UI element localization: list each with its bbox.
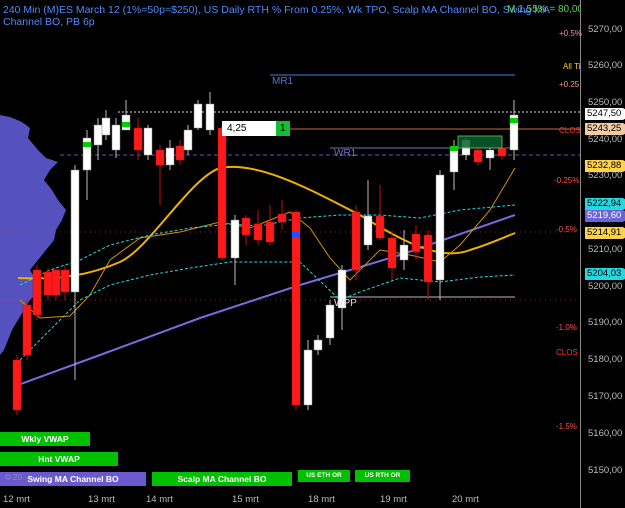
candle-body — [375, 215, 385, 239]
candle-body — [51, 269, 61, 296]
candle-body — [399, 244, 409, 261]
price-tick: 5200,00 — [588, 281, 623, 292]
pct-level-label: CLOS — [559, 126, 581, 135]
price-tag: 5247,50 — [585, 108, 625, 120]
candle-body — [253, 223, 263, 241]
candle-body — [265, 221, 275, 243]
pct-level-label: CLOS — [556, 348, 578, 357]
date-label: 18 mrt — [308, 494, 335, 505]
candle-body — [313, 339, 323, 351]
candle-body — [183, 129, 193, 151]
pct-level-label: -0.5% — [556, 225, 577, 234]
candles — [12, 92, 519, 415]
wr1-label: WR1 — [334, 148, 357, 159]
price-tag: 5219,60 — [585, 210, 625, 222]
candle-body — [363, 215, 373, 246]
candle-body — [351, 211, 361, 271]
candle-body — [205, 103, 215, 131]
signal-marker — [450, 146, 458, 151]
candle-body — [387, 237, 397, 269]
price-tick: 5210,00 — [588, 244, 623, 255]
copyright: © 20 — [5, 473, 23, 482]
candle-body — [241, 217, 251, 236]
candle-body — [303, 349, 313, 406]
price-tag: 5243,25 — [585, 123, 625, 135]
candle-body — [497, 147, 507, 157]
price-tag: 5232,88 — [585, 160, 625, 172]
candle-body — [155, 149, 165, 166]
date-label: 13 mrt — [88, 494, 115, 505]
pct-level-label: -1.5% — [556, 422, 577, 431]
candle-body — [22, 304, 32, 356]
indicator-toggle-button[interactable]: US ETH OR — [298, 470, 350, 482]
candle-body — [111, 124, 121, 151]
price-tick: 5270,00 — [588, 24, 623, 35]
indicator-toggle-button[interactable]: US RTH OR — [355, 470, 410, 482]
candle-body — [93, 124, 103, 146]
price-tick: 5190,00 — [588, 317, 623, 328]
price-tag: 5214,91 — [585, 227, 625, 239]
price-tick: 5180,00 — [588, 354, 623, 365]
trade-box — [457, 135, 503, 149]
price-tick: 5250,00 — [588, 97, 623, 108]
candle-body — [485, 149, 495, 159]
date-label: 19 mrt — [380, 494, 407, 505]
signal-marker — [292, 232, 300, 237]
candle-body — [423, 234, 433, 283]
price-tick: 5260,00 — [588, 60, 623, 71]
candle-body — [325, 304, 335, 339]
candle-body — [230, 219, 240, 259]
order-qty[interactable]: 4,25 — [227, 123, 246, 134]
pct-level-label: -1.0% — [556, 323, 577, 332]
signal-marker — [510, 118, 518, 123]
candle-body — [32, 269, 42, 316]
price-tick: 5240,00 — [588, 134, 623, 145]
date-label: 12 mrt — [3, 494, 30, 505]
price-tick: 5150,00 — [588, 465, 623, 476]
candle-body — [473, 149, 483, 163]
mr1-label: MR1 — [272, 76, 294, 87]
candle-body — [217, 127, 227, 259]
candle-body — [133, 127, 143, 151]
signal-marker — [83, 142, 91, 147]
price-chart[interactable] — [0, 0, 625, 508]
candle-body — [43, 271, 53, 296]
chart-header: 240 Min (M)ES March 12 (1%=50p=$250), US… — [3, 4, 583, 28]
date-label: 14 mrt — [146, 494, 173, 505]
indicator-toggle-button[interactable]: Hnt VWAP — [0, 452, 118, 466]
price-tick: 5160,00 — [588, 428, 623, 439]
candle-body — [291, 211, 301, 406]
candle-body — [193, 103, 203, 129]
candle-body — [411, 233, 421, 253]
order-count[interactable]: 1 — [280, 123, 286, 134]
price-tick: 5170,00 — [588, 391, 623, 402]
price-tag: 5222,94 — [585, 198, 625, 210]
chart-title: 240 Min (M)ES March 12 (1%=50p=$250), US… — [3, 4, 550, 28]
candle-body — [449, 147, 459, 173]
candle-body — [435, 174, 445, 281]
candle-body — [143, 127, 153, 156]
pct-level-label: -0.25% — [554, 176, 580, 185]
date-label: 15 mrt — [232, 494, 259, 505]
indicator-toggle-button[interactable]: Scalp MA Channel BO — [152, 472, 292, 486]
indicator-toggle-button[interactable]: Wkly VWAP — [0, 432, 90, 446]
candle-body — [12, 359, 22, 411]
candle-body — [277, 213, 287, 223]
pct-level-label: +0.25 — [559, 80, 580, 89]
volume-profile — [0, 115, 66, 355]
header-top-right: M 1,55% = 80,00 — [507, 4, 583, 15]
date-label: 20 mrt — [452, 494, 479, 505]
wpp-label: WPP — [334, 298, 357, 309]
candle-body — [101, 117, 111, 136]
candle-body — [175, 145, 185, 161]
price-tag: 5204,03 — [585, 268, 625, 280]
candle-body — [70, 169, 80, 293]
pct-level-label: +0.5% — [559, 29, 582, 38]
pct-level-label: All Ti — [563, 62, 581, 71]
signal-marker — [122, 122, 130, 127]
candle-body — [60, 269, 70, 293]
candle-body — [165, 147, 175, 166]
